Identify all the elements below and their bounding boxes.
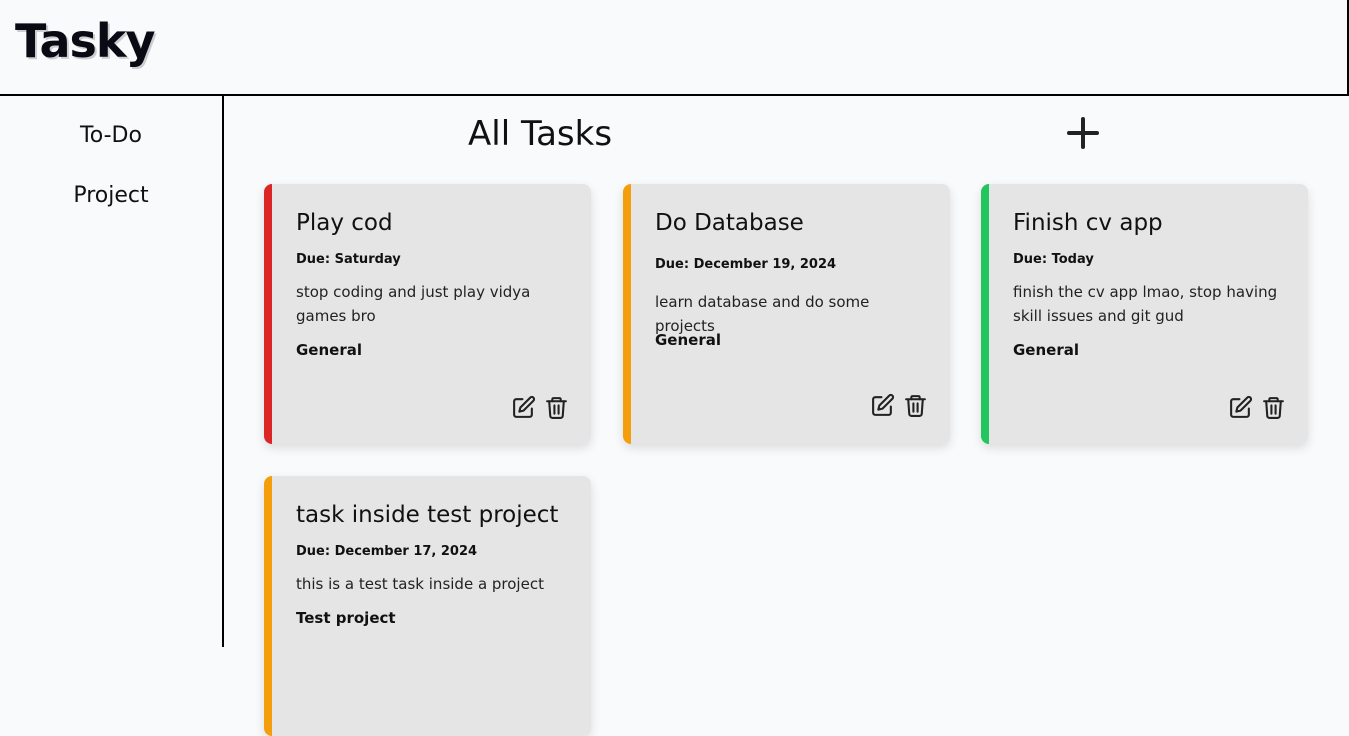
delete-task-button[interactable] <box>903 393 928 418</box>
priority-stripe <box>264 476 272 736</box>
task-actions <box>1228 395 1286 420</box>
sidebar: To-Do Project <box>0 96 224 647</box>
sidebar-item-todo[interactable]: To-Do <box>0 123 222 148</box>
task-title: Do Database <box>655 210 804 236</box>
task-card: Do Database Due: December 19, 2024 learn… <box>623 184 950 444</box>
app-header: Tasky <box>0 0 1349 96</box>
trash-icon <box>546 397 567 419</box>
edit-icon <box>1230 395 1253 418</box>
priority-stripe <box>264 184 272 444</box>
task-due-date: Due: December 19, 2024 <box>655 257 837 272</box>
task-card: Play cod Due: Saturday stop coding and j… <box>264 184 591 444</box>
main-content: All Tasks Play cod Due: Saturday stop co… <box>224 96 1347 736</box>
task-title: task inside test project <box>296 502 559 528</box>
task-due-date: Due: Today <box>1013 252 1094 267</box>
task-project: Test project <box>296 609 396 627</box>
task-actions <box>511 395 569 420</box>
edit-task-button[interactable] <box>1228 395 1253 420</box>
task-description: finish the cv app lmao, stop having skil… <box>1013 283 1278 325</box>
task-project: General <box>655 331 721 349</box>
add-task-button[interactable] <box>1064 114 1102 152</box>
task-due-date: Due: Saturday <box>296 252 401 267</box>
task-card: Finish cv app Due: Today finish the cv a… <box>981 184 1308 444</box>
plus-icon <box>1067 117 1099 149</box>
sidebar-item-project[interactable]: Project <box>0 183 222 208</box>
page-title: All Tasks <box>468 114 613 154</box>
task-card: task inside test project Due: December 1… <box>264 476 591 736</box>
task-title: Play cod <box>296 210 393 236</box>
trash-icon <box>905 395 926 417</box>
edit-icon <box>872 393 895 416</box>
task-description: this is a test task inside a project <box>296 575 544 593</box>
edit-task-button[interactable] <box>511 395 536 420</box>
task-project: General <box>296 341 362 359</box>
task-project: General <box>1013 341 1079 359</box>
edit-icon <box>513 395 536 418</box>
task-title: Finish cv app <box>1013 210 1163 236</box>
priority-stripe <box>981 184 989 444</box>
app-logo: Tasky <box>15 14 155 68</box>
priority-stripe <box>623 184 631 444</box>
task-description: stop coding and just play vidya games br… <box>296 283 531 325</box>
edit-task-button[interactable] <box>870 393 895 418</box>
task-actions <box>870 393 928 418</box>
delete-task-button[interactable] <box>544 395 569 420</box>
task-due-date: Due: December 17, 2024 <box>296 544 478 559</box>
delete-task-button[interactable] <box>1261 395 1286 420</box>
trash-icon <box>1263 397 1284 419</box>
